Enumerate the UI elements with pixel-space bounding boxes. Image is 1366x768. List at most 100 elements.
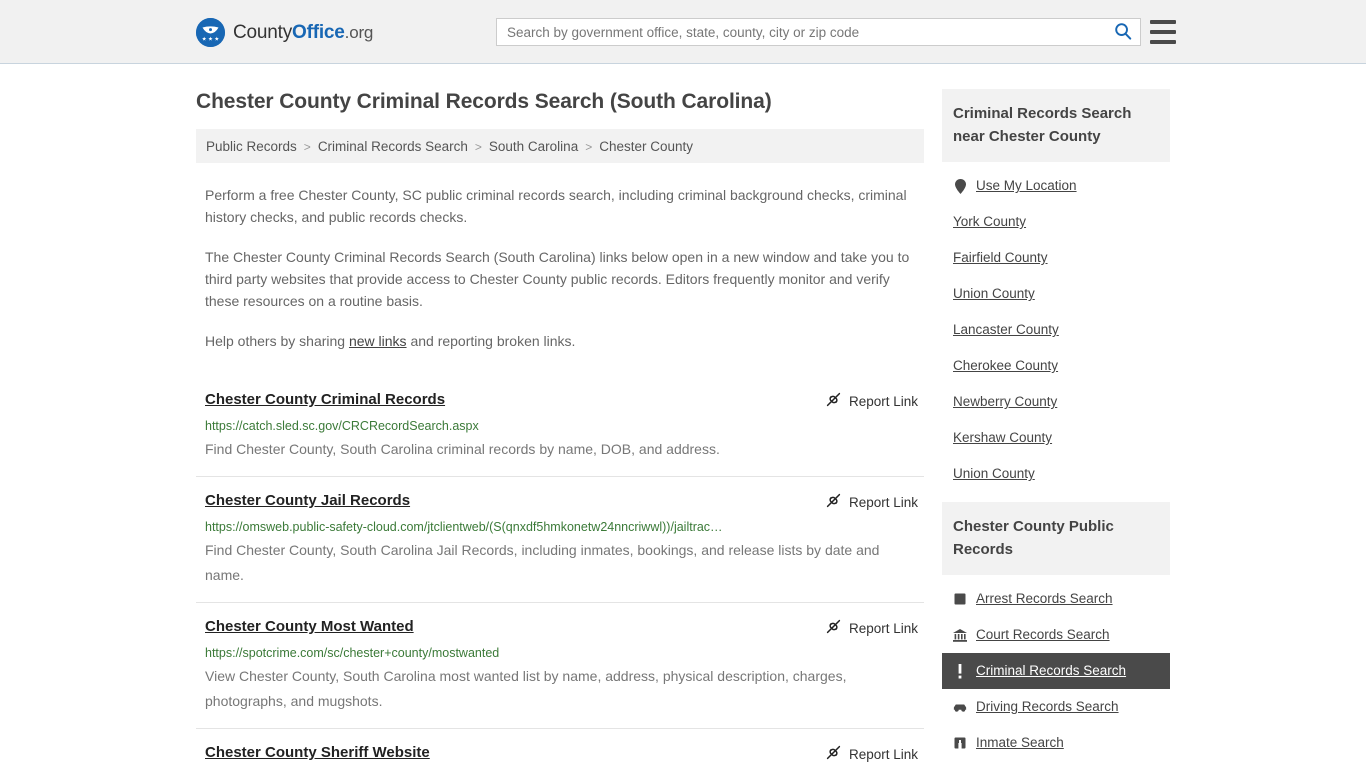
breadcrumb-separator: > — [303, 139, 311, 154]
sidebar-county-union-2[interactable]: Union County — [942, 456, 1170, 492]
new-links-link[interactable]: new links — [349, 333, 407, 349]
logo-wordmark: CountyOffice.org — [233, 22, 373, 44]
result-url[interactable]: https://omsweb.public-safety-cloud.com/j… — [205, 519, 918, 535]
result-header: Chester County Most Wanted Report Link — [205, 617, 918, 638]
logo-word-county: County — [233, 21, 293, 43]
breadcrumb-separator: > — [474, 139, 482, 154]
sidebar-public-records-box: Chester County Public Records Arrest Rec… — [942, 502, 1170, 761]
site-logo[interactable]: CountyOffice.org — [196, 18, 373, 47]
use-my-location-link[interactable]: Use My Location — [942, 168, 1170, 204]
broken-link-icon — [825, 391, 842, 411]
hamburger-menu-button[interactable] — [1150, 20, 1176, 44]
sidebar-county-label: Lancaster County — [953, 322, 1059, 337]
sidebar-county-label: Newberry County — [953, 394, 1058, 409]
courthouse-icon — [953, 627, 967, 643]
exclamation-icon — [953, 663, 967, 679]
hamburger-menu-icon-bar-1 — [1150, 20, 1176, 24]
county-office-logo-icon — [196, 18, 225, 47]
result-title-link[interactable]: Chester County Criminal Records — [205, 390, 825, 410]
result-list: Chester County Criminal Records Report L… — [196, 376, 924, 768]
hamburger-menu-icon-bar-3 — [1150, 40, 1176, 44]
result-description: Find Chester County, South Carolina crim… — [205, 441, 720, 457]
intro-p3-after: and reporting broken links. — [406, 333, 576, 349]
result-header: Chester County Sheriff Website Report Li… — [205, 743, 918, 764]
sidebar-item-label: Criminal Records Search — [976, 663, 1127, 678]
report-link-button[interactable]: Report Link — [825, 491, 918, 512]
sidebar-item-criminal-records-search[interactable]: Criminal Records Search — [942, 653, 1170, 689]
result-item: Chester County Most Wanted Report Link h… — [196, 602, 924, 728]
search-input[interactable] — [497, 19, 1106, 45]
broken-link-icon — [825, 618, 842, 638]
car-icon — [953, 699, 967, 715]
result-header: Chester County Jail Records Report Link — [205, 491, 918, 512]
content-grid: Chester County Criminal Records Search (… — [196, 89, 1170, 768]
breadcrumb-item-chester-county[interactable]: Chester County — [599, 139, 693, 154]
sidebar-county-kershaw[interactable]: Kershaw County — [942, 420, 1170, 456]
result-url[interactable]: https://spotcrime.com/sc/chester+county/… — [205, 645, 918, 661]
sidebar-county-newberry[interactable]: Newberry County — [942, 384, 1170, 420]
report-link-button[interactable]: Report Link — [825, 743, 918, 764]
sidebar-item-label: Inmate Search — [976, 735, 1064, 750]
report-link-label: Report Link — [848, 620, 918, 636]
sidebar-county-label: Union County — [953, 466, 1035, 481]
sidebar-item-arrest-records-search[interactable]: Arrest Records Search — [942, 581, 1170, 617]
result-item: Chester County Jail Records Report Link — [196, 476, 924, 602]
sidebar-county-york[interactable]: York County — [942, 204, 1170, 240]
result-item: Chester County Criminal Records Report L… — [196, 376, 924, 476]
sidebar-nearby-heading: Criminal Records Search near Chester Cou… — [942, 89, 1170, 162]
sidebar-county-union[interactable]: Union County — [942, 276, 1170, 312]
jail-icon — [953, 735, 967, 751]
breadcrumb: Public Records > Criminal Records Search… — [196, 129, 924, 163]
logo-word-dotorg: .org — [344, 22, 374, 42]
sidebar-nearby-links: Use My Location York County Fairfield Co… — [942, 162, 1170, 492]
intro-p3-before: Help others by sharing — [205, 333, 349, 349]
sidebar-county-cherokee[interactable]: Cherokee County — [942, 348, 1170, 384]
report-link-label: Report Link — [848, 746, 918, 762]
search-bar — [496, 18, 1141, 46]
intro-section: Perform a free Chester County, SC public… — [196, 184, 924, 352]
page-title: Chester County Criminal Records Search (… — [196, 90, 772, 113]
report-link-label: Report Link — [848, 393, 918, 409]
sidebar-nearby-box: Criminal Records Search near Chester Cou… — [942, 89, 1170, 492]
sidebar-public-records-links: Arrest Records Search Court Records Sear… — [942, 575, 1170, 761]
intro-paragraph-2: The Chester County Criminal Records Sear… — [205, 249, 910, 309]
sidebar-county-lancaster[interactable]: Lancaster County — [942, 312, 1170, 348]
result-header: Chester County Criminal Records Report L… — [205, 390, 918, 411]
result-url[interactable]: https://catch.sled.sc.gov/CRCRecordSearc… — [205, 418, 918, 434]
sidebar-public-records-heading: Chester County Public Records — [942, 502, 1170, 575]
logo-word-office: Office — [292, 21, 345, 43]
sidebar-county-fairfield[interactable]: Fairfield County — [942, 240, 1170, 276]
broken-link-icon — [825, 744, 842, 764]
sidebar-item-inmate-search[interactable]: Inmate Search — [942, 725, 1170, 761]
map-pin-icon — [953, 178, 967, 194]
intro-paragraph-1: Perform a free Chester County, SC public… — [205, 187, 907, 225]
search-icon — [1114, 22, 1132, 43]
result-item: Chester County Sheriff Website Report Li… — [196, 728, 924, 768]
sidebar: Criminal Records Search near Chester Cou… — [942, 89, 1170, 768]
sidebar-item-label: Court Records Search — [976, 627, 1110, 642]
main-column: Chester County Criminal Records Search (… — [196, 89, 924, 768]
result-title-link[interactable]: Chester County Jail Records — [205, 491, 825, 511]
breadcrumb-item-criminal-records-search[interactable]: Criminal Records Search — [318, 139, 468, 154]
sidebar-item-court-records-search[interactable]: Court Records Search — [942, 617, 1170, 653]
sidebar-item-driving-records-search[interactable]: Driving Records Search — [942, 689, 1170, 725]
result-title-link[interactable]: Chester County Most Wanted — [205, 617, 825, 637]
fingerprint-icon — [953, 591, 967, 607]
broken-link-icon — [825, 492, 842, 512]
use-my-location-label: Use My Location — [976, 178, 1077, 193]
sidebar-county-label: Kershaw County — [953, 430, 1053, 445]
sidebar-county-label: Cherokee County — [953, 358, 1059, 373]
sidebar-item-label: Driving Records Search — [976, 699, 1119, 714]
result-title-link[interactable]: Chester County Sheriff Website — [205, 743, 825, 763]
report-link-button[interactable]: Report Link — [825, 390, 918, 411]
breadcrumb-item-public-records[interactable]: Public Records — [206, 139, 297, 154]
breadcrumb-separator: > — [585, 139, 593, 154]
report-link-button[interactable]: Report Link — [825, 617, 918, 638]
report-link-label: Report Link — [848, 494, 918, 510]
intro-paragraph-3: Help others by sharing new links and rep… — [196, 330, 924, 352]
sidebar-county-label: York County — [953, 214, 1027, 229]
breadcrumb-item-south-carolina[interactable]: South Carolina — [489, 139, 578, 154]
site-header: CountyOffice.org — [0, 0, 1366, 64]
search-button[interactable] — [1106, 19, 1140, 45]
result-description: View Chester County, South Carolina most… — [205, 668, 847, 709]
